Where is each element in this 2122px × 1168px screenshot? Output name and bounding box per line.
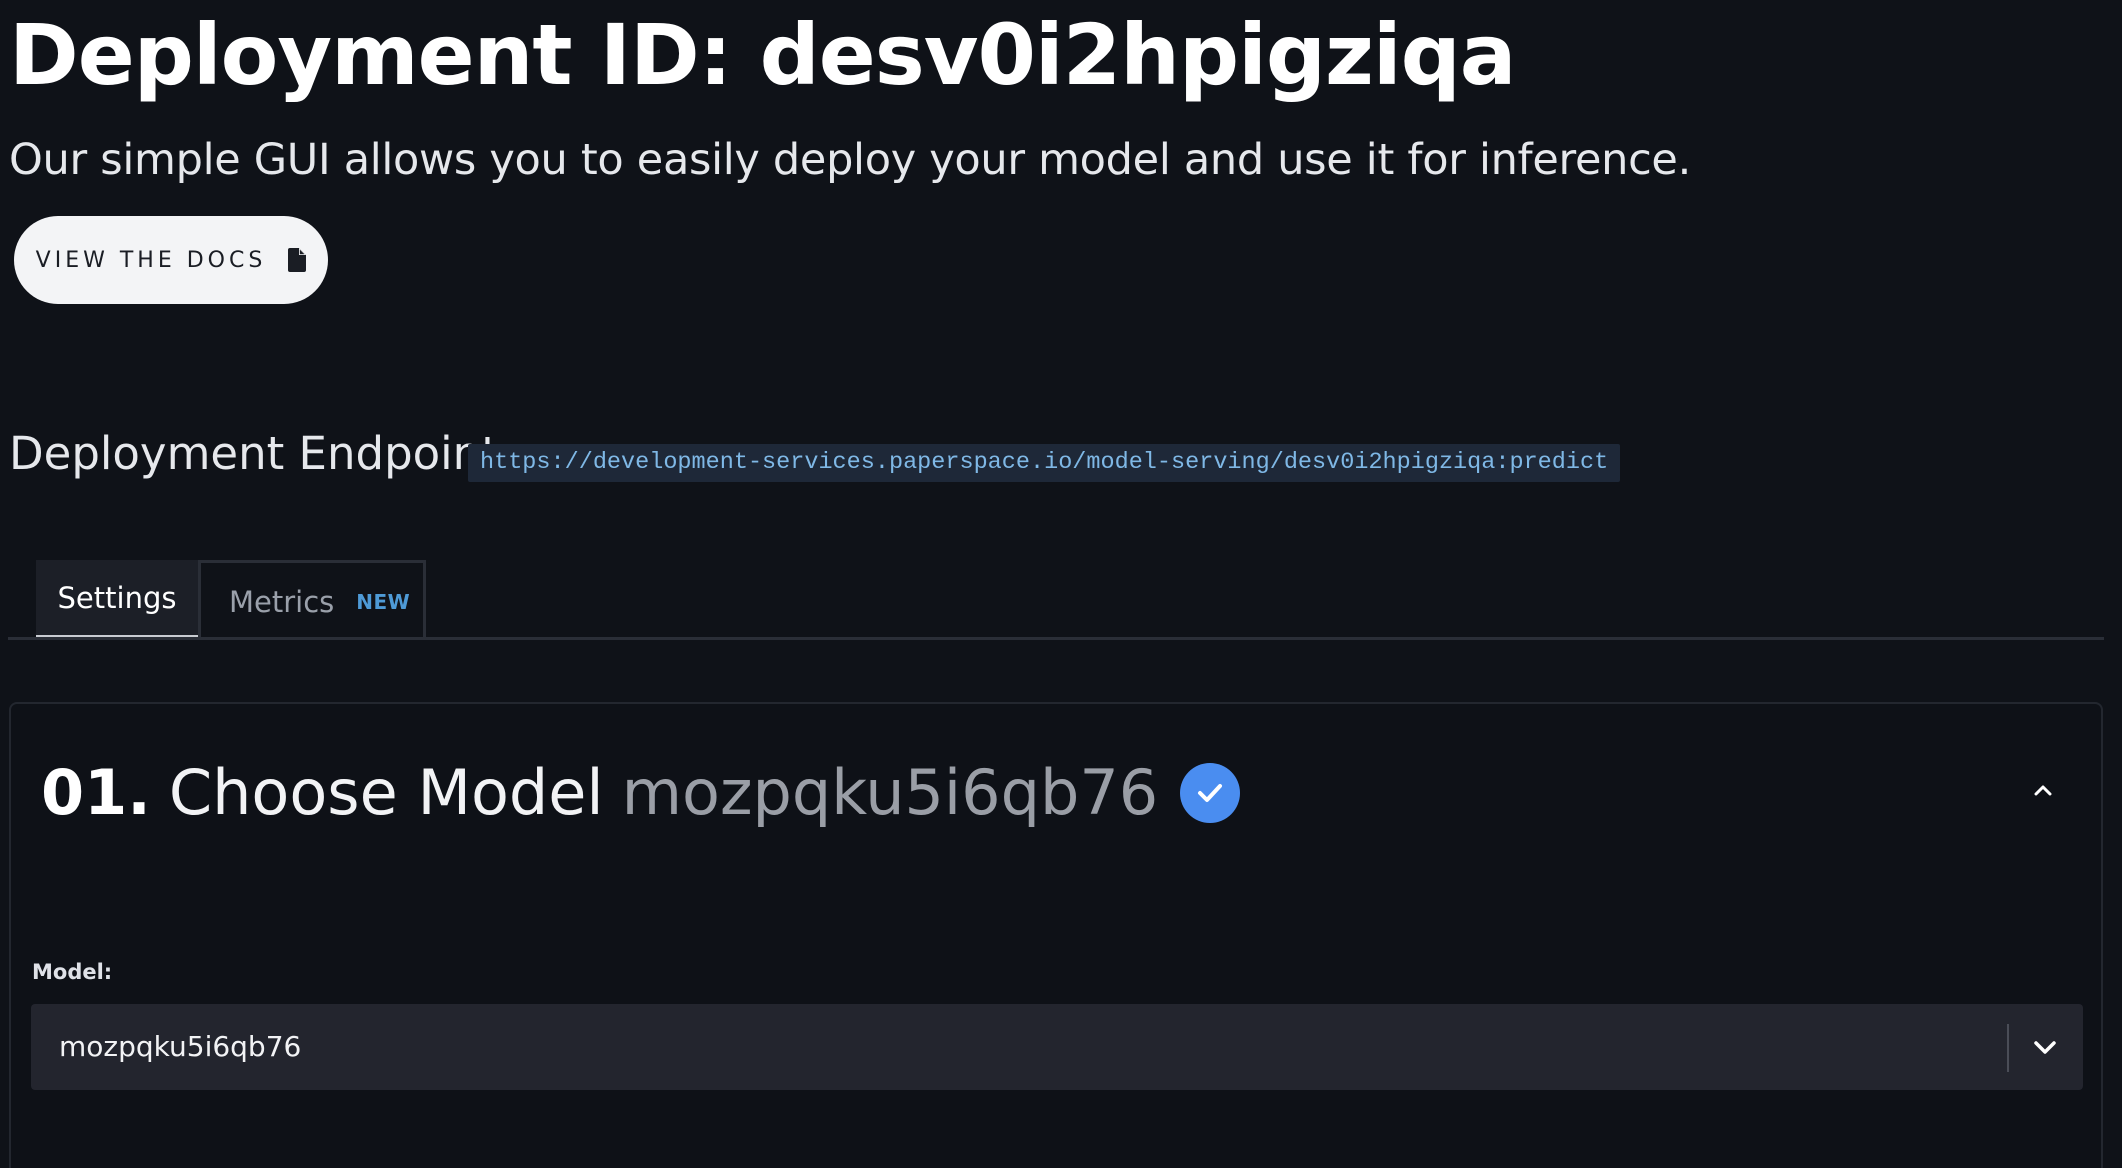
step-title: Choose Model	[168, 756, 604, 829]
endpoint-url[interactable]: https://development-services.paperspace.…	[468, 444, 1621, 482]
view-docs-label: VIEW THE DOCS	[35, 247, 267, 273]
view-docs-button[interactable]: VIEW THE DOCS	[14, 216, 328, 304]
model-select-value: mozpqku5i6qb76	[59, 1030, 302, 1063]
tab-bar: Settings Metrics NEW	[36, 560, 426, 640]
choose-model-panel: 01. Choose Model mozpqku5i6qb76 Model: m…	[9, 702, 2103, 1168]
chevron-up-icon	[2034, 783, 2052, 801]
tab-settings[interactable]: Settings	[36, 560, 198, 640]
step-heading: 01. Choose Model mozpqku5i6qb76	[41, 748, 1241, 838]
step-number: 01.	[41, 756, 151, 829]
select-separator	[2007, 1024, 2009, 1072]
tab-metrics[interactable]: Metrics NEW	[198, 560, 426, 640]
step-model-id: mozpqku5i6qb76	[621, 756, 1159, 829]
document-icon	[288, 248, 307, 272]
model-select[interactable]: mozpqku5i6qb76	[31, 1004, 2083, 1090]
tab-settings-label: Settings	[57, 580, 177, 615]
new-badge: NEW	[356, 589, 411, 614]
deployment-page: Deployment ID: desv0i2hpigziqa Our simpl…	[0, 0, 2122, 1168]
page-title: Deployment ID: desv0i2hpigziqa	[9, 6, 1516, 104]
endpoint-label: Deployment Endpoint:	[9, 427, 514, 480]
collapse-button[interactable]	[2023, 772, 2063, 812]
page-subtitle: Our simple GUI allows you to easily depl…	[9, 135, 1691, 185]
model-field-label: Model:	[32, 960, 113, 984]
tab-divider	[8, 637, 2104, 640]
tab-metrics-label: Metrics	[229, 584, 335, 619]
check-circle-icon	[1180, 763, 1241, 823]
chevron-down-icon[interactable]	[2025, 1027, 2065, 1067]
